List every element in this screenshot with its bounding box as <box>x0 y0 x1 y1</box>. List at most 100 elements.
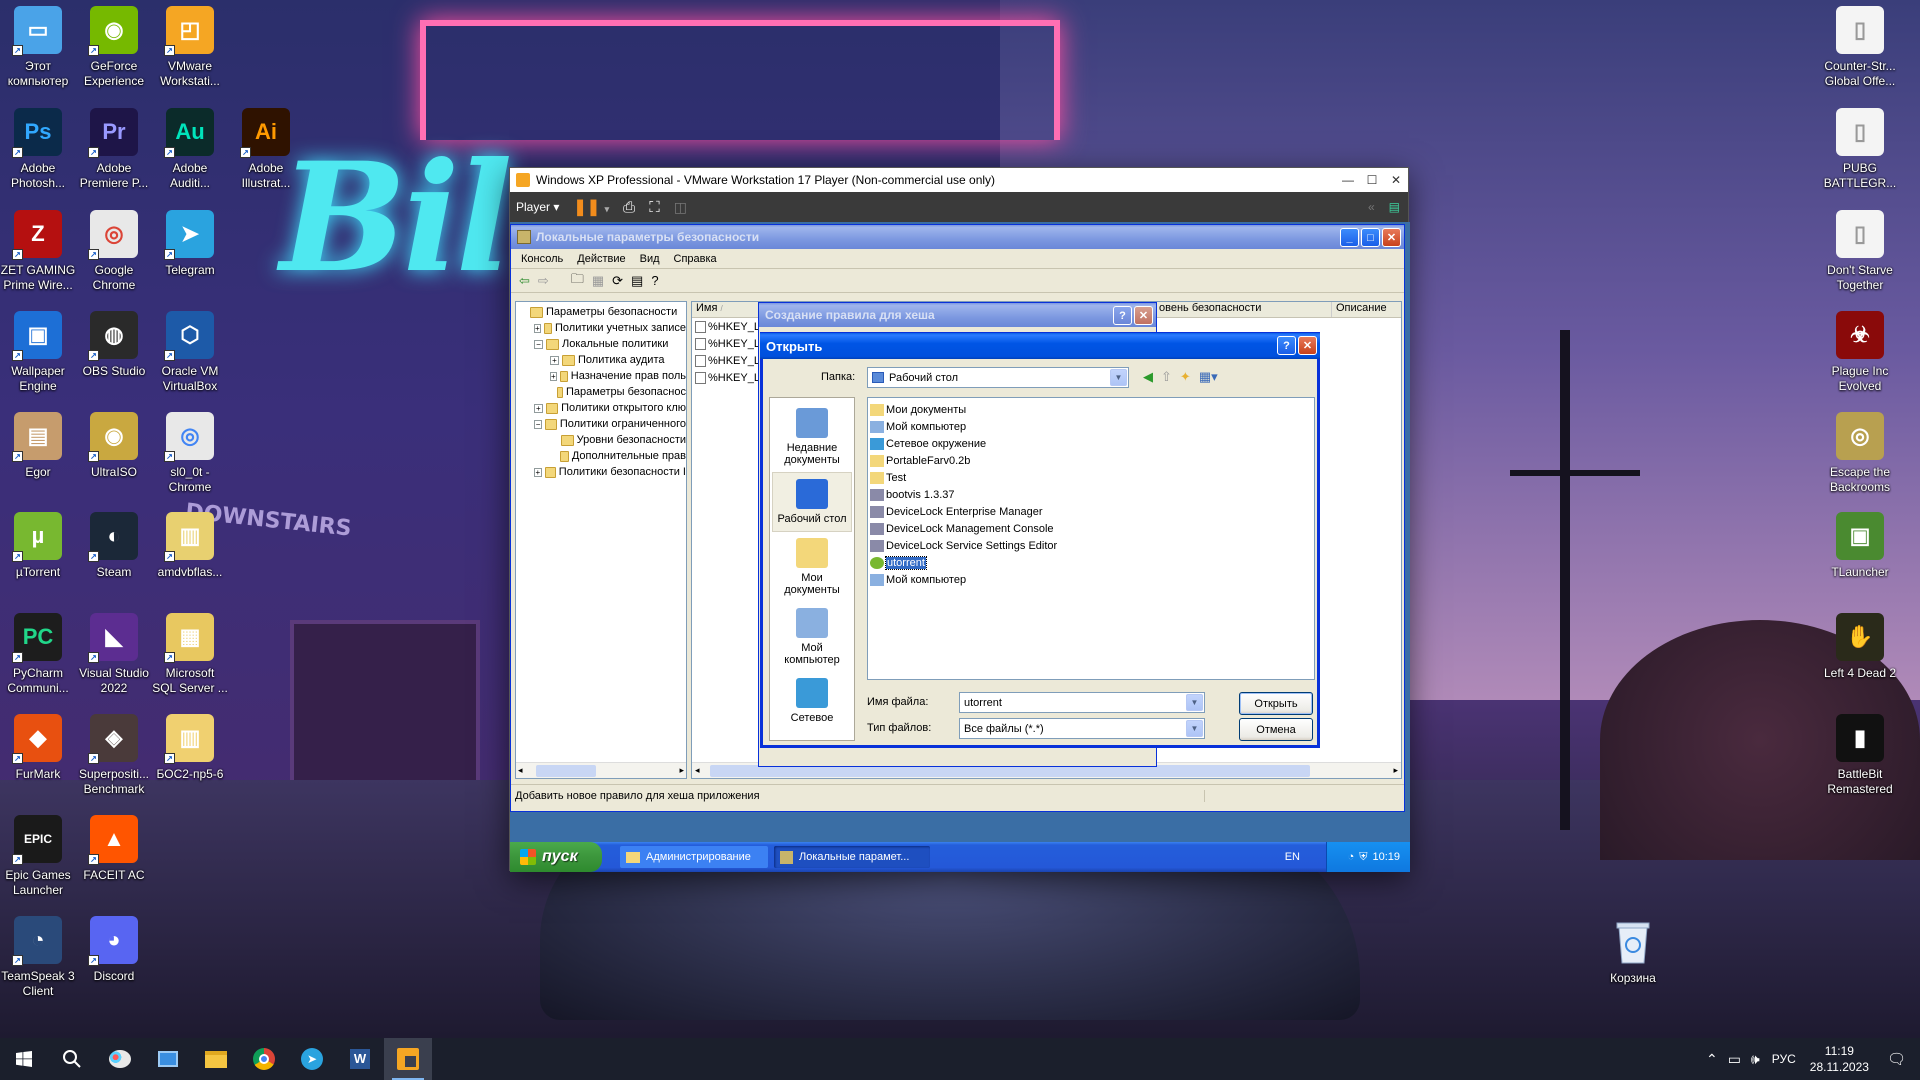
volume-icon[interactable]: 🕪 <box>1751 1051 1760 1068</box>
back-icon[interactable]: « <box>1368 200 1375 214</box>
places-item[interactable]: Мой компьютер <box>772 602 852 672</box>
help-icon[interactable]: ? <box>651 273 658 288</box>
view-menu-icon[interactable]: ▦▾ <box>1199 369 1218 385</box>
desktop-icon-superposition[interactable]: ◈ ↗ Superpositi... Benchmark <box>76 714 152 797</box>
desktop-icon-ultraiso[interactable]: ◉ ↗ UltraISO <box>76 412 152 480</box>
collapse-icon[interactable]: − <box>534 339 543 349</box>
start-button[interactable] <box>0 1038 48 1080</box>
desktop-icon-visual-studio[interactable]: ◣ ↗ Visual Studio 2022 <box>76 613 152 696</box>
column-name[interactable]: Имя / <box>692 302 760 317</box>
send-ctrl-alt-del-icon[interactable]: ⎙ <box>623 199 635 216</box>
file-item[interactable]: Мои документы <box>870 401 1312 418</box>
expand-icon[interactable]: + <box>534 467 542 477</box>
desktop-icon-discord[interactable]: ◕ ↗ Discord <box>76 916 152 984</box>
forward-icon[interactable]: ⇨ <box>538 273 549 289</box>
menu-action[interactable]: Действие <box>577 253 625 265</box>
show-hidden-icons-icon[interactable]: ⌃ <box>1706 1051 1718 1068</box>
tree-item[interactable]: Дополнительные прав <box>516 448 686 464</box>
xp-task-admin[interactable]: Администрирование <box>620 846 768 868</box>
network-icon[interactable]: ▭ <box>1728 1051 1741 1068</box>
help-button[interactable]: ? <box>1113 306 1132 325</box>
xp-start-button[interactable]: пуск <box>510 842 602 872</box>
desktop-icon-computer[interactable]: ▭ ↗ Этот компьютер <box>0 6 76 89</box>
file-item[interactable]: Мой компьютер <box>870 418 1312 435</box>
desktop-icon-telegram[interactable]: ➤ ↗ Telegram <box>152 210 228 278</box>
library-icon[interactable]: ▤ <box>1389 200 1400 214</box>
desktop-icon-photoshop[interactable]: Ps ↗ Adobe Photosh... <box>0 108 76 191</box>
tree-pane[interactable]: Параметры безопасности + Политики учетных … <box>515 301 687 779</box>
desktop-icon-utorrent[interactable]: µ ↗ µTorrent <box>0 512 76 580</box>
desktop-icon-right[interactable]: ✋ Left 4 Dead 2 <box>1822 613 1898 681</box>
hash-rule-title-bar[interactable]: Создание правила для хеша ? ✕ <box>759 303 1156 327</box>
expand-icon[interactable]: + <box>534 323 541 333</box>
taskview-button[interactable] <box>144 1038 192 1080</box>
paint-button[interactable] <box>96 1038 144 1080</box>
back-icon[interactable]: ◀ <box>1143 369 1153 385</box>
desktop-icon-illustrator[interactable]: Ai ↗ Adobe Illustrat... <box>228 108 304 191</box>
desktop-icon-furmark[interactable]: ◆ ↗ FurMark <box>0 714 76 782</box>
menu-help[interactable]: Справка <box>674 253 717 265</box>
clock[interactable]: 11:19 28.11.2023 <box>1810 1043 1869 1075</box>
maximize-button[interactable]: ☐ <box>1360 168 1384 192</box>
up-folder-icon[interactable]: 🗀 <box>571 270 584 292</box>
desktop-icon-chrome[interactable]: ◎ ↗ Google Chrome <box>76 210 152 293</box>
vmware-title-bar[interactable]: Windows XP Professional - VMware Worksta… <box>510 168 1408 192</box>
tree-item[interactable]: − Политики ограниченного <box>516 416 686 432</box>
desktop-icon-right[interactable]: ▯ PUBG BATTLEGR... <box>1822 108 1898 191</box>
desktop-icon-virtualbox[interactable]: ⬡ ↗ Oracle VM VirtualBox <box>152 311 228 394</box>
close-button[interactable]: ✕ <box>1382 228 1401 247</box>
desktop-icon-folder[interactable]: ▤ ↗ Egor <box>0 412 76 480</box>
desktop-icon-geforce[interactable]: ◉ ↗ GeForce Experience <box>76 6 152 89</box>
tree-item[interactable]: + Политики учетных записе <box>516 320 686 336</box>
column-description[interactable]: Описание <box>1332 302 1387 317</box>
recycle-bin[interactable]: Корзина <box>1595 918 1671 986</box>
open-button[interactable]: Открыть <box>1239 692 1313 715</box>
guest-screen[interactable]: Локальные параметры безопасности _ □ ✕ К… <box>510 222 1410 872</box>
close-button[interactable]: ✕ <box>1134 306 1153 325</box>
explorer-button[interactable] <box>192 1038 240 1080</box>
cancel-button[interactable]: Отмена <box>1239 718 1313 741</box>
refresh-icon[interactable]: ⟳ <box>612 273 623 289</box>
chevron-down-icon[interactable]: ▼ <box>1186 694 1203 711</box>
pause-icon[interactable]: ❚❚ ▾ <box>573 197 609 217</box>
file-item[interactable]: DeviceLock Enterprise Manager <box>870 503 1312 520</box>
places-item[interactable]: Сетевое <box>772 672 852 730</box>
file-item[interactable]: Сетевое окружение <box>870 435 1312 452</box>
tray-icon[interactable]: ◔ <box>1348 851 1355 863</box>
minimize-button[interactable]: — <box>1336 168 1360 192</box>
vmware-button[interactable] <box>384 1038 432 1080</box>
desktop-icon-pycharm[interactable]: PC ↗ PyCharm Communi... <box>0 613 76 696</box>
desktop-icon-right[interactable]: ▮ BattleBit Remastered <box>1822 714 1898 797</box>
file-item[interactable]: bootvis 1.3.37 <box>870 486 1312 503</box>
chrome-button[interactable] <box>240 1038 288 1080</box>
tree-item[interactable]: Параметры безопаснос <box>516 384 686 400</box>
file-item[interactable]: DeviceLock Service Settings Editor <box>870 537 1312 554</box>
menu-view[interactable]: Вид <box>640 253 660 265</box>
desktop-icon-faceit[interactable]: ▲ ↗ FACEIT AC <box>76 815 152 883</box>
open-file-dialog[interactable]: Открыть ? ✕ Папка: Рабочий стол ▼ ◀ ⇧ ✦ … <box>760 332 1320 748</box>
file-item[interactable]: Мой компьютер <box>870 571 1312 588</box>
fullscreen-icon[interactable]: ⛶ <box>649 199 660 216</box>
mmc-title-bar[interactable]: Локальные параметры безопасности _ □ ✕ <box>511 225 1404 249</box>
help-button[interactable]: ? <box>1277 336 1296 355</box>
desktop-icon-right[interactable]: ▯ Counter-Str... Global Offe... <box>1822 6 1898 89</box>
desktop-icon-wallpaper-engine[interactable]: ▣ ↗ Wallpaper Engine <box>0 311 76 394</box>
desktop-icon-vmware[interactable]: ◰ ↗ VMware Workstati... <box>152 6 228 89</box>
desktop-icon-right[interactable]: ▣ TLauncher <box>1822 512 1898 580</box>
file-item[interactable]: DeviceLock Management Console <box>870 520 1312 537</box>
security-tray-icon[interactable]: ⛨ <box>1359 851 1367 864</box>
menu-console[interactable]: Консоль <box>521 253 563 265</box>
desktop-icon-teamspeak[interactable]: ◔ ↗ TeamSpeak 3 Client <box>0 916 76 999</box>
filetype-select[interactable]: Все файлы (*.*) ▼ <box>959 718 1205 739</box>
back-icon[interactable]: ⇦ <box>519 273 530 289</box>
chevron-down-icon[interactable]: ▼ <box>1110 369 1127 386</box>
maximize-button[interactable]: □ <box>1361 228 1380 247</box>
desktop-icon-archive[interactable]: ▥ ↗ amdvbflas... <box>152 512 228 580</box>
show-hide-tree-icon[interactable]: ▦ <box>592 273 604 289</box>
new-folder-icon[interactable]: ✦ <box>1180 369 1191 385</box>
expand-icon[interactable]: + <box>534 403 543 413</box>
close-button[interactable]: ✕ <box>1384 168 1408 192</box>
places-item[interactable]: Рабочий стол <box>772 472 852 532</box>
search-button[interactable] <box>48 1038 96 1080</box>
desktop-icon-right[interactable]: ▯ Don't Starve Together <box>1822 210 1898 293</box>
